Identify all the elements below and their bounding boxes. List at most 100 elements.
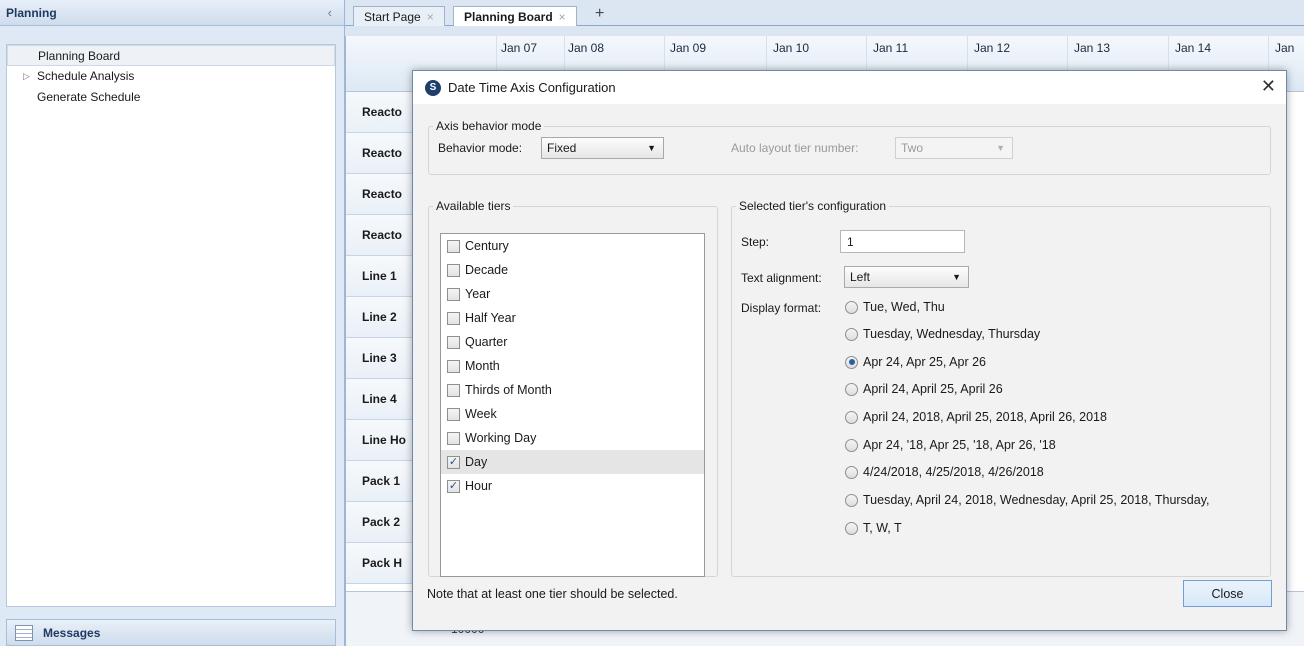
dropdown-arrow-icon: ▼ bbox=[647, 143, 656, 153]
format-option[interactable]: Apr 24, Apr 25, Apr 26 bbox=[845, 355, 986, 369]
step-input[interactable]: 1 bbox=[840, 230, 965, 253]
dialog-titlebar: S Date Time Axis Configuration bbox=[413, 71, 1286, 104]
planning-panel: Planning ‹ Planning Board ▷ Schedule Ana… bbox=[0, 0, 345, 646]
text-alignment-label: Text alignment: bbox=[741, 271, 822, 285]
tier-item-day[interactable]: ✓ Day bbox=[441, 450, 704, 474]
close-icon[interactable]: ✕ bbox=[1261, 76, 1276, 97]
date-label: Jan 10 bbox=[773, 41, 810, 55]
auto-tier-value: Two bbox=[901, 141, 924, 155]
behavior-mode-label: Behavior mode: bbox=[438, 141, 523, 155]
tier-label: Quarter bbox=[465, 335, 508, 349]
tab-label: Start Page bbox=[364, 9, 421, 24]
format-option[interactable]: April 24, 2018, April 25, 2018, April 26… bbox=[845, 410, 1107, 424]
selection-note: Note that at least one tier should be se… bbox=[427, 587, 678, 601]
radio-button[interactable] bbox=[845, 465, 858, 479]
tier-item-year[interactable]: Year bbox=[441, 282, 704, 306]
format-option[interactable]: T, W, T bbox=[845, 521, 902, 535]
tier-label: Century bbox=[465, 239, 509, 253]
auto-tier-select: Two ▼ bbox=[895, 137, 1013, 159]
radio-button-selected[interactable] bbox=[845, 355, 858, 369]
radio-button[interactable] bbox=[845, 521, 858, 535]
format-option[interactable]: Tuesday, April 24, 2018, Wednesday, Apri… bbox=[845, 493, 1210, 507]
tree-item-planning-board[interactable]: Planning Board bbox=[7, 45, 335, 66]
text-alignment-select[interactable]: Left ▼ bbox=[844, 266, 969, 288]
tier-item-thirds-of-month[interactable]: Thirds of Month bbox=[441, 378, 704, 402]
format-option[interactable]: Tuesday, Wednesday, Thursday bbox=[845, 327, 1040, 341]
tier-item-century[interactable]: Century bbox=[441, 234, 704, 258]
radio-button[interactable] bbox=[845, 410, 858, 424]
checkbox[interactable] bbox=[447, 239, 460, 253]
new-tab-icon[interactable]: + bbox=[595, 5, 604, 23]
checkbox-checked[interactable]: ✓ bbox=[447, 455, 460, 469]
tier-label: Month bbox=[465, 359, 500, 373]
axis-behavior-group: Axis behavior mode Behavior mode: Fixed … bbox=[428, 119, 1271, 175]
display-format-label: Display format: bbox=[741, 301, 822, 315]
messages-panel-header[interactable]: Messages bbox=[6, 619, 336, 646]
document-tab-bar: Start Page × Planning Board × + bbox=[345, 0, 1304, 26]
behavior-mode-select[interactable]: Fixed ▼ bbox=[541, 137, 664, 159]
tab-planning-board[interactable]: Planning Board × bbox=[453, 6, 577, 26]
app-logo-icon: S bbox=[425, 79, 441, 96]
close-tab-icon[interactable]: × bbox=[427, 10, 434, 24]
panel-header: Planning ‹ bbox=[0, 0, 344, 26]
tier-item-month[interactable]: Month bbox=[441, 354, 704, 378]
close-button[interactable]: Close bbox=[1183, 580, 1272, 607]
format-label: T, W, T bbox=[863, 521, 902, 535]
tier-item-decade[interactable]: Decade bbox=[441, 258, 704, 282]
checkbox[interactable] bbox=[447, 407, 460, 421]
radio-button[interactable] bbox=[845, 493, 858, 507]
format-label: Tuesday, April 24, 2018, Wednesday, Apri… bbox=[863, 493, 1210, 507]
date-label: Jan 07 bbox=[501, 41, 538, 55]
format-option[interactable]: Tue, Wed, Thu bbox=[845, 300, 945, 314]
collapse-panel-icon[interactable]: ‹ bbox=[328, 5, 332, 20]
format-label: April 24, 2018, April 25, 2018, April 26… bbox=[863, 410, 1107, 424]
checkbox[interactable] bbox=[447, 263, 460, 277]
tree-item-generate-schedule[interactable]: Generate Schedule bbox=[7, 87, 335, 108]
date-label: Jan bbox=[1275, 41, 1295, 55]
tier-item-quarter[interactable]: Quarter bbox=[441, 330, 704, 354]
checkbox-checked[interactable]: ✓ bbox=[447, 479, 460, 493]
messages-label: Messages bbox=[43, 625, 101, 640]
expand-arrow-icon[interactable]: ▷ bbox=[23, 66, 30, 87]
date-label: Jan 13 bbox=[1074, 41, 1111, 55]
dropdown-arrow-icon: ▼ bbox=[952, 272, 961, 282]
available-tiers-group: Available tiers Century Decade Year Half… bbox=[428, 199, 718, 577]
close-tab-icon[interactable]: × bbox=[559, 10, 566, 24]
format-label: Tue, Wed, Thu bbox=[863, 300, 945, 314]
format-label: Apr 24, Apr 25, Apr 26 bbox=[863, 355, 986, 369]
dropdown-arrow-icon: ▼ bbox=[996, 143, 1005, 153]
radio-button[interactable] bbox=[845, 300, 858, 314]
tree-item-label: Planning Board bbox=[38, 49, 121, 63]
tier-item-week[interactable]: Week bbox=[441, 402, 704, 426]
format-option[interactable]: April 24, April 25, April 26 bbox=[845, 382, 1003, 396]
checkbox[interactable] bbox=[447, 335, 460, 349]
format-option[interactable]: Apr 24, '18, Apr 25, '18, Apr 26, '18 bbox=[845, 438, 1056, 452]
format-option[interactable]: 4/24/2018, 4/25/2018, 4/26/2018 bbox=[845, 465, 1044, 479]
tab-start-page[interactable]: Start Page × bbox=[353, 6, 445, 26]
tree-item-label: Schedule Analysis bbox=[37, 69, 135, 83]
checkbox[interactable] bbox=[447, 287, 460, 301]
tier-item-half-year[interactable]: Half Year bbox=[441, 306, 704, 330]
radio-button[interactable] bbox=[845, 327, 858, 341]
tier-item-hour[interactable]: ✓ Hour bbox=[441, 474, 704, 498]
tier-label: Hour bbox=[465, 479, 493, 493]
checkbox[interactable] bbox=[447, 311, 460, 325]
tier-label: Thirds of Month bbox=[465, 383, 552, 397]
checkbox[interactable] bbox=[447, 431, 460, 445]
panel-title: Planning bbox=[6, 5, 57, 20]
radio-button[interactable] bbox=[845, 438, 858, 452]
behavior-mode-value: Fixed bbox=[547, 141, 577, 155]
group-legend: Selected tier's configuration bbox=[739, 199, 887, 213]
tier-item-working-day[interactable]: Working Day bbox=[441, 426, 704, 450]
radio-button[interactable] bbox=[845, 382, 858, 396]
checkbox[interactable] bbox=[447, 383, 460, 397]
dialog-title: Date Time Axis Configuration bbox=[448, 80, 616, 95]
tier-label: Half Year bbox=[465, 311, 516, 325]
group-legend: Available tiers bbox=[436, 199, 511, 213]
tier-label: Working Day bbox=[465, 431, 537, 445]
tier-configuration-group: Selected tier's configuration Step: 1 Te… bbox=[731, 199, 1271, 577]
navigation-tree: Planning Board ▷ Schedule Analysis Gener… bbox=[6, 44, 336, 607]
checkbox[interactable] bbox=[447, 359, 460, 373]
auto-tier-label: Auto layout tier number: bbox=[731, 141, 859, 155]
tree-item-schedule-analysis[interactable]: ▷ Schedule Analysis bbox=[7, 66, 335, 87]
